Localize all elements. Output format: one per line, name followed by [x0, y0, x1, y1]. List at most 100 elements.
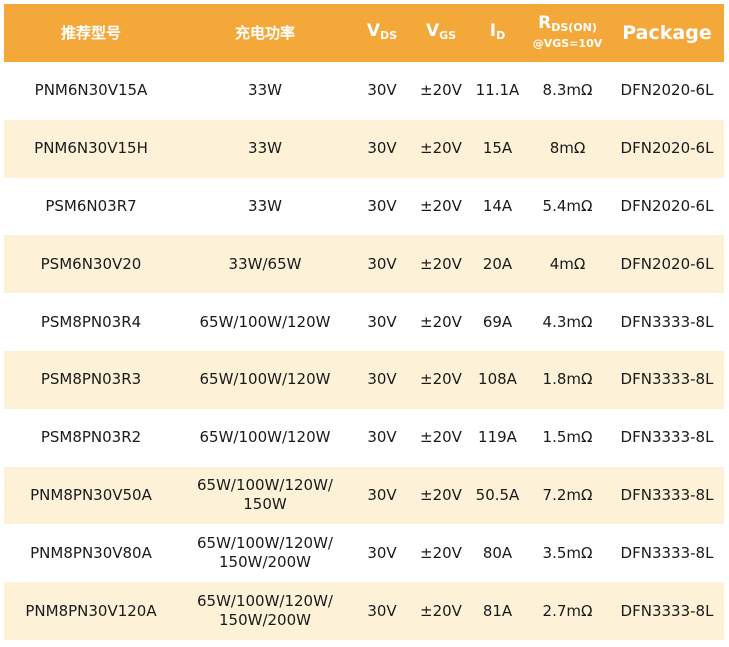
cell-power: 65W/100W/120W/150W/200W	[178, 592, 352, 630]
cell-model: PSM8PN03R2	[40, 428, 142, 447]
cell-rds: 1.8mΩ	[542, 370, 593, 389]
power-line: 65W/100W/120W	[199, 428, 331, 447]
cell-package: DFN3333-8L	[620, 370, 714, 389]
power-line: 33W	[248, 139, 282, 158]
header-vgs: VGS	[412, 22, 470, 44]
cell-power: 33W	[178, 139, 352, 158]
cell-package: DFN3333-8L	[620, 428, 714, 447]
power-line: 150W	[243, 495, 287, 514]
cell-vgs: ±20V	[420, 601, 462, 620]
table-row: PNM8PN30V120A 65W/100W/120W/150W/200W 30V ±…	[4, 582, 724, 640]
cell-vds: 30V	[367, 485, 397, 504]
cell-rds: 8.3mΩ	[542, 81, 593, 100]
power-line: 65W/100W/120W/	[196, 534, 333, 553]
cell-vgs: ±20V	[420, 485, 462, 504]
header-rds: RDS(ON) @VGS=10V	[525, 12, 610, 52]
table-row: PSM8PN03R4 65W/100W/120W 30V ±20V 69A 4.3mΩ DF…	[4, 293, 724, 351]
power-line: 33W	[248, 81, 282, 100]
cell-rds: 3.5mΩ	[542, 543, 593, 562]
table-row: PSM8PN03R3 65W/100W/120W 30V ±20V 108A 1.8mΩ D…	[4, 350, 724, 409]
cell-vds: 30V	[367, 601, 397, 620]
cell-id: 20A	[482, 254, 513, 273]
table-header: 推荐型号 充电功率 VDS VGS ID RDS(ON) @VGS=10V Pa…	[4, 4, 724, 62]
header-id: ID	[470, 22, 525, 44]
cell-package: DFN3333-8L	[620, 312, 714, 331]
header-model: 推荐型号	[60, 24, 121, 42]
rds-symbol: R	[538, 12, 552, 33]
cell-rds: 1.5mΩ	[542, 428, 593, 447]
cell-vgs: ±20V	[420, 312, 462, 331]
cell-vds: 30V	[367, 312, 397, 331]
cell-model: PSM8PN03R4	[40, 312, 142, 331]
cell-vgs: ±20V	[420, 254, 462, 273]
cell-vds: 30V	[367, 81, 397, 100]
mosfet-table: 推荐型号 充电功率 VDS VGS ID RDS(ON) @VGS=10V Pa…	[4, 4, 724, 640]
header-package: Package	[622, 22, 712, 44]
table-row: PNM8PN30V80A 65W/100W/120W/150W/200W 30V ±2…	[4, 524, 724, 583]
cell-package: DFN3333-8L	[620, 485, 714, 504]
cell-model: PNM6N30V15A	[34, 81, 148, 100]
cell-vds: 30V	[367, 254, 397, 273]
cell-rds: 2.7mΩ	[542, 601, 593, 620]
power-line: 33W	[248, 196, 282, 215]
power-line: 65W/100W/120W/	[196, 592, 333, 611]
power-line: 65W/100W/120W/	[196, 476, 333, 495]
cell-power: 65W/100W/120W/150W	[178, 476, 352, 514]
cell-rds: 7.2mΩ	[542, 485, 593, 504]
id-subscript: D	[496, 28, 506, 42]
cell-vgs: ±20V	[420, 81, 462, 100]
cell-package: DFN2020-6L	[620, 196, 714, 215]
power-line: 33W/65W	[228, 254, 302, 273]
cell-id: 14A	[482, 196, 513, 215]
power-line: 65W/100W/120W	[199, 312, 331, 331]
rds-condition: @VGS=10V	[532, 36, 603, 50]
cell-power: 65W/100W/120W	[178, 370, 352, 389]
vds-symbol: V	[366, 20, 381, 41]
power-line: 150W/200W	[219, 553, 311, 572]
cell-rds: 4mΩ	[549, 254, 586, 273]
cell-model: PSM6N03R7	[45, 196, 137, 215]
cell-vgs: ±20V	[420, 196, 462, 215]
cell-package: DFN2020-6L	[620, 254, 714, 273]
cell-model: PNM8PN30V50A	[30, 485, 152, 504]
table-row: PSM6N30V20 33W/65W 30V ±20V 20A 4mΩ DFN2020-6L	[4, 235, 724, 294]
cell-vgs: ±20V	[420, 139, 462, 158]
cell-power: 65W/100W/120W	[178, 428, 352, 447]
cell-package: DFN2020-6L	[620, 81, 714, 100]
rds-subscript: DS(ON)	[551, 20, 597, 34]
cell-power: 65W/100W/120W	[178, 313, 352, 332]
cell-id: 108A	[478, 370, 517, 389]
cell-id: 11.1A	[475, 81, 520, 100]
cell-package: DFN2020-6L	[620, 139, 714, 158]
cell-package: DFN3333-8L	[620, 601, 714, 620]
cell-model: PNM6N30V15H	[34, 139, 148, 158]
table-body: PNM6N30V15A 33W 30V ±20V 11.1A 8.3mΩ DFN2020-6…	[4, 62, 724, 640]
table-row: PSM8PN03R2 65W/100W/120W 30V ±20V 119A 1.5mΩ D…	[4, 408, 724, 467]
cell-rds: 4.3mΩ	[542, 312, 593, 331]
table-row: PNM6N30V15H 33W 30V ±20V 15A 8mΩ DFN2020-6L	[4, 119, 724, 178]
cell-vgs: ±20V	[420, 370, 462, 389]
cell-vgs: ±20V	[420, 428, 462, 447]
cell-power: 65W/100W/120W/150W/200W	[178, 534, 352, 572]
power-line: 65W/100W/120W	[199, 370, 331, 389]
cell-id: 50.5A	[475, 485, 520, 504]
rds-label: RDS(ON)	[525, 12, 610, 36]
power-line: 150W/200W	[219, 611, 311, 630]
table-row: PNM8PN30V50A 65W/100W/120W/150W 30V ±20V 50.…	[4, 466, 724, 525]
cell-id: 119A	[478, 428, 517, 447]
cell-power: 33W	[178, 197, 352, 216]
cell-vds: 30V	[367, 370, 397, 389]
cell-rds: 5.4mΩ	[542, 196, 593, 215]
cell-power: 33W/65W	[178, 255, 352, 274]
cell-rds: 8mΩ	[549, 139, 586, 158]
cell-id: 80A	[482, 543, 513, 562]
header-power: 充电功率	[234, 24, 295, 42]
cell-vds: 30V	[367, 428, 397, 447]
header-vds: VDS	[352, 20, 412, 44]
vds-subscript: DS	[380, 28, 398, 42]
cell-vds: 30V	[367, 196, 397, 215]
cell-vds: 30V	[367, 139, 397, 158]
cell-model: PSM8PN03R3	[40, 370, 142, 389]
cell-power: 33W	[178, 81, 352, 100]
vgs-subscript: GS	[439, 28, 457, 42]
